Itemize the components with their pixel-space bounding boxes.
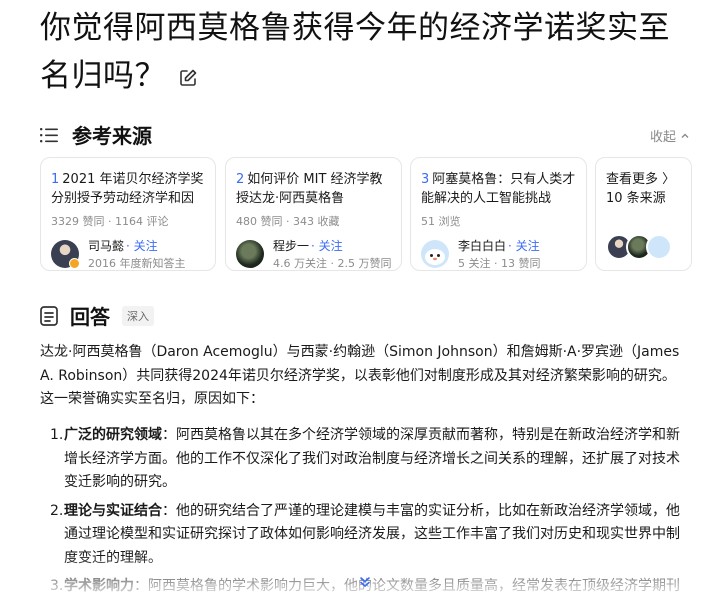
reference-card-author: 李白白白 · 关注 5 关注 · 13 赞同 [421, 237, 576, 270]
answer-list: 1. 广泛的研究领域：阿西莫格鲁以其在多个经济学领域的深厚贡献而著称，特别是在新… [40, 424, 688, 595]
more-sources-text: 查看更多 〉 10 条来源 [606, 170, 681, 208]
avatar [236, 240, 264, 268]
answer-intro: 达龙·阿西莫格鲁（Daron Acemoglu）与西蒙·约翰逊（Simon Jo… [40, 344, 680, 407]
chevron-up-icon [681, 133, 689, 138]
author-name: 程步一 [273, 239, 310, 253]
collapse-button[interactable]: 收起 [650, 126, 690, 145]
deep-badge[interactable]: 深入 [122, 305, 154, 326]
list-icon [40, 127, 58, 142]
avatar [51, 240, 80, 269]
question-title: 你觉得阿西莫格鲁获得今年的经济学诺奖实至名归吗？ [40, 4, 700, 100]
reference-card-author: 司马懿 · 关注 2016 年度新知答主 [51, 237, 205, 270]
source-count: 10 条来源 [606, 191, 666, 206]
reference-card-1[interactable]: 12021 年诺贝尔经济学奖分别授予劳动经济学和因果… 3329 赞同 · 11… [40, 157, 216, 271]
reference-card-3[interactable]: 3 阿塞莫格鲁：只有人类才能解决的人工智能挑战 51 浏览 李白白白 · 关注 5 … [410, 157, 587, 271]
follow-button[interactable]: · 关注 [508, 239, 540, 253]
references-header: 参考来源 [40, 120, 152, 149]
author-subtitle: 2016 年度新知答主 [88, 257, 186, 270]
list-item-heading: 学术影响力 [64, 578, 134, 594]
list-item-body: ：阿西莫格鲁的学术影响力巨大，他的论文数量多且质量高，经常发表在顶级经济学期刊 [134, 578, 680, 594]
reference-card-title: 2如何评价 MIT 经济学教授达龙·阿西莫格鲁 (Daron … [236, 172, 383, 206]
follow-button[interactable]: · 关注 [311, 239, 343, 253]
reference-card-2[interactable]: 2如何评价 MIT 经济学教授达龙·阿西莫格鲁 (Daron … 480 赞同 … [225, 157, 402, 271]
list-item: 2. 理论与实证结合：他的研究结合了严谨的理论建模与丰富的实证分析，比如在新政治… [40, 500, 688, 571]
document-icon [40, 305, 58, 326]
answer-title: 回答 [70, 305, 110, 329]
reference-card-title: 3 阿塞莫格鲁：只有人类才能解决的人工智能挑战 [421, 172, 576, 206]
edit-icon[interactable] [178, 68, 198, 88]
author-name: 司马懿 [88, 239, 125, 253]
list-item: 1. 广泛的研究领域：阿西莫格鲁以其在多个经济学领域的深厚贡献而著称，特别是在新… [40, 424, 688, 495]
avatar [421, 240, 449, 268]
list-index: 2. [50, 502, 64, 519]
author-subtitle: 4.6 万关注 · 2.5 万赞同 [273, 257, 392, 270]
reference-card-meta: 3329 赞同 · 1164 评论 [51, 215, 169, 228]
collapse-label: 收起 [649, 130, 676, 145]
list-index: 1. [50, 427, 64, 443]
author-subtitle: 5 关注 · 13 赞同 [458, 257, 541, 270]
expand-chevron-icon[interactable] [358, 575, 372, 589]
reference-card-meta: 480 赞同 · 343 收藏 [236, 215, 340, 228]
references-title: 参考来源 [72, 124, 152, 148]
answer-header: 回答 深入 [40, 301, 154, 330]
list-index: 3. [50, 578, 64, 594]
reference-card-meta: 51 浏览 [421, 215, 461, 228]
reference-card-author: 程步一 · 关注 4.6 万关注 · 2.5 万赞同 [236, 237, 392, 270]
author-name: 李白白白 [458, 239, 507, 253]
follow-button[interactable]: · 关注 [126, 239, 158, 253]
more-sources-card[interactable]: 查看更多 〉 10 条来源 [595, 157, 692, 271]
list-item-heading: 理论与实证结合 [64, 502, 162, 519]
list-item-heading: 广泛的研究领域 [64, 427, 162, 443]
reference-card-title: 12021 年诺贝尔经济学奖分别授予劳动经济学和因果… [51, 172, 204, 206]
reference-cards: 12021 年诺贝尔经济学奖分别授予劳动经济学和因果… 3329 赞同 · 11… [40, 157, 692, 271]
view-more-label: 查看更多 〉 [606, 172, 676, 187]
more-sources-avatars [606, 234, 681, 260]
badge-icon [69, 258, 80, 269]
avatar [646, 234, 672, 260]
question-title-text: 你觉得阿西莫格鲁获得今年的经济学诺奖实至名归吗？ [40, 10, 670, 94]
